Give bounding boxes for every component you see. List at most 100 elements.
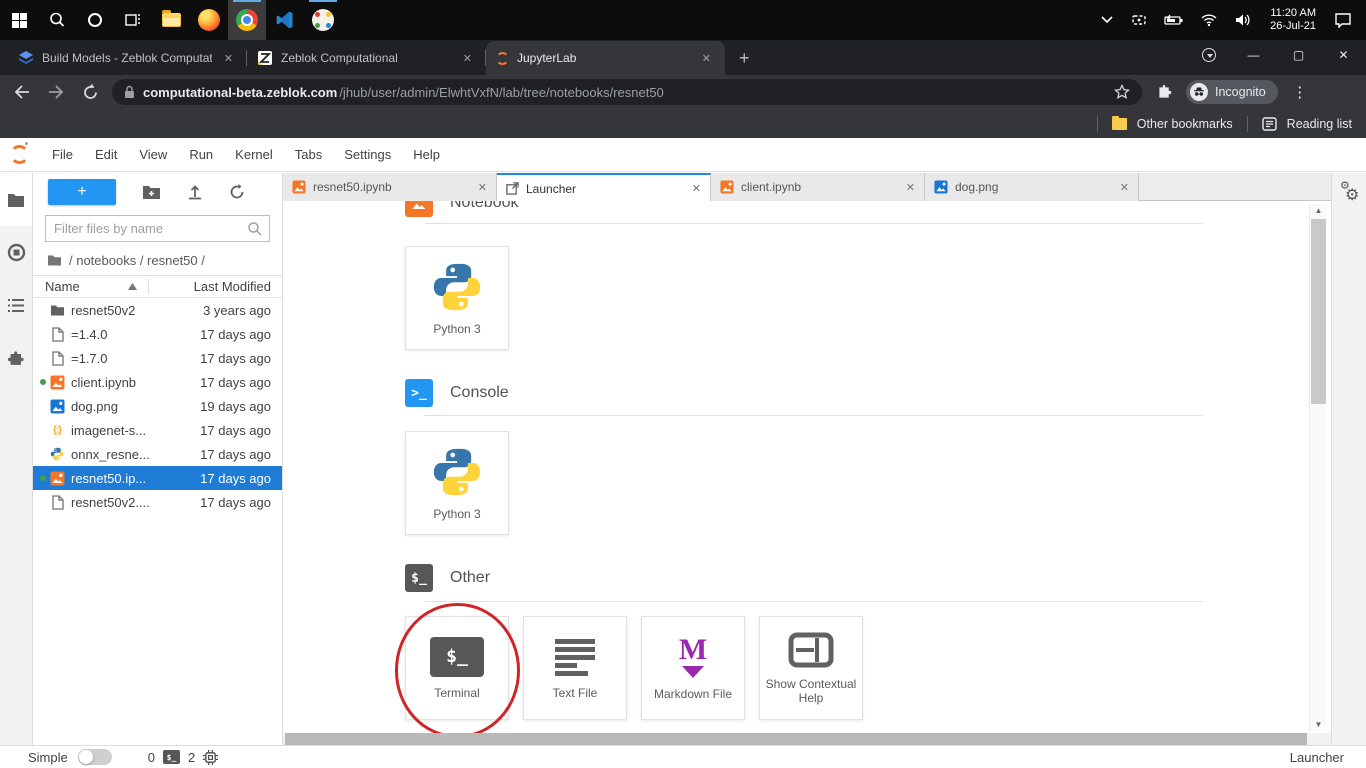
cortana-button[interactable] <box>76 0 114 40</box>
file-row-selected[interactable]: resnet50.ip... 17 days ago <box>33 466 282 490</box>
task-view-button[interactable] <box>114 0 152 40</box>
file-list-header[interactable]: Name Last Modified <box>33 275 282 298</box>
menu-help[interactable]: Help <box>402 138 451 172</box>
sidebar-tab-running-sessions[interactable] <box>0 226 32 279</box>
launcher-card-console-python3[interactable]: Python 3 <box>405 431 509 535</box>
column-name-label[interactable]: Name <box>45 279 80 294</box>
forward-button[interactable] <box>44 80 68 104</box>
launcher-card-notebook-python3[interactable]: Python 3 <box>405 246 509 350</box>
tab-close-button[interactable]: ✕ <box>906 181 915 194</box>
launcher-card-text-file[interactable]: Text File <box>523 616 627 720</box>
lock-icon <box>124 85 135 99</box>
upload-icon[interactable] <box>187 184 203 200</box>
launcher-card-contextual-help[interactable]: Show Contextual Help <box>759 616 863 720</box>
refresh-icon[interactable] <box>229 184 245 200</box>
taskbar-clock[interactable]: 11:20 AM 26-Jul-21 <box>1260 7 1326 33</box>
file-row[interactable]: =1.7.0 17 days ago <box>33 346 282 370</box>
browser-tab-jupyterlab[interactable]: JupyterLab ✕ <box>486 41 725 75</box>
terminal-count[interactable]: 0 <box>148 750 155 765</box>
scroll-down-arrow-icon[interactable]: ▼ <box>1310 718 1327 731</box>
address-bar[interactable]: computational-beta.zeblok.com/jhub/user/… <box>112 79 1142 105</box>
browser-tab-zeblok[interactable]: Zeblok Computational ✕ <box>247 41 486 75</box>
vertical-scrollbar[interactable]: ▲ ▼ <box>1309 204 1326 731</box>
sidebar-tab-table-of-contents[interactable] <box>0 279 32 332</box>
new-tab-button[interactable]: + <box>725 48 764 75</box>
menu-file[interactable]: File <box>41 138 84 172</box>
menu-run[interactable]: Run <box>178 138 224 172</box>
other-bookmarks-label[interactable]: Other bookmarks <box>1137 117 1233 131</box>
minimize-button[interactable]: — <box>1231 40 1276 70</box>
file-row[interactable]: client.ipynb 17 days ago <box>33 370 282 394</box>
scroll-up-arrow-icon[interactable]: ▲ <box>1310 204 1327 217</box>
file-explorer-button[interactable] <box>152 0 190 40</box>
breadcrumb[interactable]: / notebooks / resnet50 / <box>33 244 282 275</box>
firefox-button[interactable] <box>190 0 228 40</box>
file-row[interactable]: resnet50v2.... 17 days ago <box>33 490 282 514</box>
menu-tabs[interactable]: Tabs <box>284 138 333 172</box>
tab-close-button[interactable]: ✕ <box>459 50 476 67</box>
gears-icon[interactable]: ⚙⚙ <box>1338 181 1362 205</box>
doc-tab-resnet50[interactable]: resnet50.ipynb ✕ <box>283 173 497 201</box>
paint-app-button[interactable] <box>304 0 342 40</box>
horizontal-scrollbar[interactable] <box>283 733 1331 745</box>
hidden-icons-button[interactable] <box>1092 0 1122 40</box>
action-center-button[interactable] <box>1326 0 1366 40</box>
volume-tray-button[interactable] <box>1226 0 1260 40</box>
markdown-icon: M <box>679 635 707 678</box>
launcher-card-terminal[interactable]: $_ Terminal <box>405 616 509 720</box>
maximize-button[interactable]: ▢ <box>1276 40 1321 70</box>
horizontal-scrollbar-thumb[interactable] <box>285 733 1307 745</box>
chrome-button[interactable] <box>228 0 266 40</box>
extensions-button[interactable] <box>1152 80 1176 104</box>
vertical-scrollbar-thumb[interactable] <box>1311 219 1326 404</box>
file-row[interactable]: {:} imagenet-s... 17 days ago <box>33 418 282 442</box>
reload-button[interactable] <box>78 80 102 104</box>
doc-tab-launcher[interactable]: Launcher ✕ <box>497 173 711 202</box>
tab-close-button[interactable]: ✕ <box>698 50 715 67</box>
back-button[interactable] <box>10 80 34 104</box>
file-row[interactable]: =1.4.0 17 days ago <box>33 322 282 346</box>
device-tray-button[interactable] <box>1122 0 1156 40</box>
menu-settings[interactable]: Settings <box>333 138 402 172</box>
tab-close-button[interactable]: ✕ <box>478 181 487 194</box>
new-launcher-button[interactable]: + <box>48 179 116 205</box>
sidebar-tab-extensions[interactable] <box>0 332 32 385</box>
notebook-section-icon <box>405 201 433 217</box>
tab-close-button[interactable]: ✕ <box>692 182 701 195</box>
windows-logo-icon <box>12 13 27 28</box>
doc-tab-dog-png[interactable]: dog.png ✕ <box>925 173 1139 201</box>
file-row[interactable]: resnet50v2 3 years ago <box>33 298 282 322</box>
menu-view[interactable]: View <box>128 138 178 172</box>
menu-kernel[interactable]: Kernel <box>224 138 284 172</box>
new-folder-icon[interactable] <box>142 184 161 200</box>
bookmark-star-icon[interactable] <box>1114 84 1130 100</box>
column-modified-label[interactable]: Last Modified <box>154 279 282 294</box>
simple-mode-toggle[interactable] <box>78 749 112 765</box>
wifi-tray-button[interactable] <box>1192 0 1226 40</box>
browser-tab-build-models[interactable]: Build Models - Zeblok Computati ✕ <box>8 41 247 75</box>
battery-tray-button[interactable] <box>1156 0 1192 40</box>
terminal-section-icon: $_ <box>405 564 433 592</box>
clock-time: 11:20 AM <box>1270 7 1316 20</box>
tab-search-button[interactable] <box>1186 40 1231 70</box>
filter-files-input[interactable] <box>45 215 270 242</box>
launcher-card-markdown[interactable]: M Markdown File <box>641 616 745 720</box>
reading-list-label[interactable]: Reading list <box>1287 117 1352 131</box>
file-row[interactable]: dog.png 19 days ago <box>33 394 282 418</box>
windows-taskbar: 11:20 AM 26-Jul-21 <box>0 0 1366 40</box>
sidebar-tab-file-browser[interactable] <box>0 173 32 226</box>
tab-close-button[interactable]: ✕ <box>220 50 237 67</box>
wifi-icon <box>1200 13 1218 27</box>
search-icon <box>48 11 66 29</box>
browser-menu-button[interactable]: ⋮ <box>1288 80 1312 104</box>
kernel-running-dot <box>40 475 46 481</box>
tab-close-button[interactable]: ✕ <box>1120 181 1129 194</box>
menu-edit[interactable]: Edit <box>84 138 128 172</box>
file-row[interactable]: onnx_resne... 17 days ago <box>33 442 282 466</box>
kernel-count[interactable]: 2 <box>188 750 195 765</box>
doc-tab-client[interactable]: client.ipynb ✕ <box>711 173 925 201</box>
start-button[interactable] <box>0 0 38 40</box>
close-window-button[interactable]: ✕ <box>1321 40 1366 70</box>
taskbar-search-button[interactable] <box>38 0 76 40</box>
vscode-button[interactable] <box>266 0 304 40</box>
